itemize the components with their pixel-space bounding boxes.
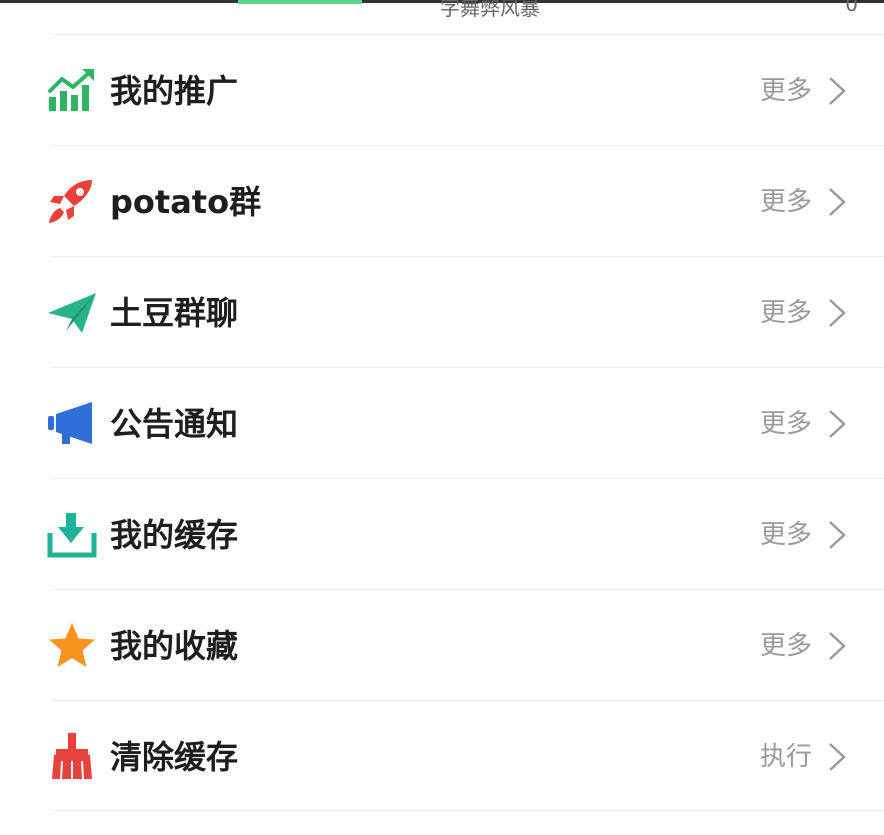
star-icon	[46, 622, 98, 670]
header-strip: 字舞弊风暴 0	[0, 0, 884, 34]
menu-item-label: 清除缓存	[110, 738, 239, 776]
menu-item-label: 土豆群聊	[110, 294, 239, 332]
menu-item-clear-cache[interactable]: 清除缓存 执行	[0, 701, 884, 812]
chart-icon	[46, 67, 98, 115]
more-link[interactable]: 更多	[760, 626, 812, 666]
megaphone-icon	[46, 400, 98, 448]
more-link[interactable]: 更多	[760, 182, 812, 222]
active-tab-indicator	[238, 0, 362, 4]
divider	[52, 810, 884, 811]
menu-item-label: 我的缓存	[110, 516, 239, 554]
menu-item-label: 我的推广	[110, 72, 239, 110]
menu-item-label: 我的收藏	[110, 627, 239, 665]
partial-count: 0	[845, 0, 858, 16]
more-link[interactable]: 更多	[760, 71, 812, 111]
settings-page: 字舞弊风暴 0 我的推广 更多 potato群 更多 土豆群聊 更多 公告通知 …	[0, 0, 884, 835]
menu-item-my-cache[interactable]: 我的缓存 更多	[0, 479, 884, 590]
menu-item-label: 公告通知	[110, 405, 239, 443]
menu-item-potato-group[interactable]: potato群 更多	[0, 146, 884, 257]
menu-item-favorites[interactable]: 我的收藏 更多	[0, 590, 884, 701]
chevron-right-icon	[826, 186, 848, 218]
chevron-right-icon	[826, 519, 848, 551]
menu-item-label: potato群	[110, 183, 262, 221]
download-tray-icon	[46, 511, 98, 559]
partial-title: 字舞弊风暴	[440, 0, 540, 20]
more-link[interactable]: 更多	[760, 404, 812, 444]
menu-item-potato-chat[interactable]: 土豆群聊 更多	[0, 257, 884, 368]
rocket-icon	[46, 178, 98, 226]
broom-icon	[46, 733, 98, 781]
menu-list: 我的推广 更多 potato群 更多 土豆群聊 更多 公告通知 更多 我的缓存 …	[0, 35, 884, 812]
more-link[interactable]: 更多	[760, 293, 812, 333]
chevron-right-icon	[826, 408, 848, 440]
paper-plane-icon	[46, 289, 98, 337]
chevron-right-icon	[826, 630, 848, 662]
chevron-right-icon	[826, 75, 848, 107]
more-link[interactable]: 更多	[760, 515, 812, 555]
execute-link[interactable]: 执行	[760, 737, 812, 777]
menu-item-announcements[interactable]: 公告通知 更多	[0, 368, 884, 479]
chevron-right-icon	[826, 741, 848, 773]
menu-item-promotion[interactable]: 我的推广 更多	[0, 35, 884, 146]
chevron-right-icon	[826, 297, 848, 329]
